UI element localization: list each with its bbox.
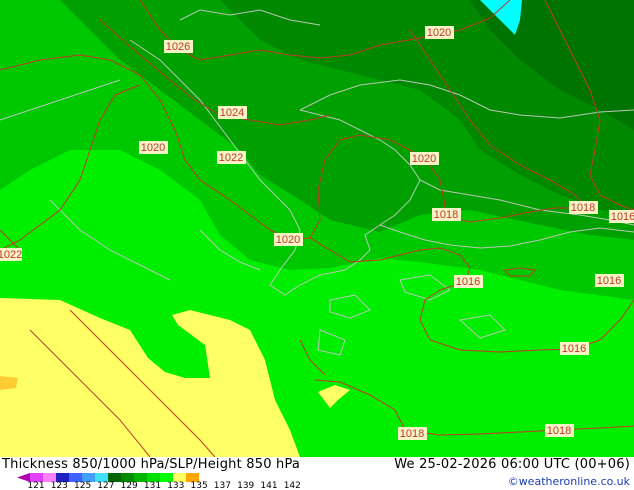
isobar-label: 1020 [425,26,454,39]
legend-tick-label: 139 [237,481,255,490]
map-title: Thickness 850/1000 hPa/SLP/Height 850 hP… [2,457,301,472]
isobar-label: 1018 [569,201,598,214]
isobar-label: 1022 [217,151,246,164]
isobar-label: 1018 [398,427,427,440]
svg-text:1018: 1018 [434,209,458,221]
isobar-label: 1026 [164,40,193,53]
isobar-label: 1022 [0,248,22,261]
legend-tick-label: 133 [167,481,185,490]
isobar-label: 1016 [595,274,624,287]
svg-text:1018: 1018 [571,202,595,214]
svg-text:1026: 1026 [166,41,190,53]
svg-text:1016: 1016 [562,343,586,355]
svg-text:1018: 1018 [547,425,571,437]
legend-ticks: 121 123 125 127 129 131 133 135 137 139 141 142 [0,481,320,490]
isobar-label: 1016 [454,275,483,288]
legend-tick-label: 142 [283,481,301,490]
legend-tick-label: 135 [190,481,208,490]
svg-text:1018: 1018 [400,428,424,440]
isobar-label: 1020 [139,141,168,154]
svg-text:1016: 1016 [597,275,621,287]
legend-tick-label: 127 [97,481,115,490]
legend-tick-label: 123 [50,481,68,490]
legend-tick-label: 131 [143,481,162,490]
isobar-label: 1020 [410,152,439,165]
legend-tick-label: 125 [74,481,92,490]
isobar-label: 1020 [274,233,303,246]
credit-link[interactable]: ©weatheronline.co.uk [508,475,630,488]
isobar-label: 1018 [432,208,461,221]
isobar-label: 1018 [545,424,574,437]
svg-text:1020: 1020 [141,142,165,154]
isobar-label: 1016 [560,342,589,355]
svg-text:1024: 1024 [220,107,244,119]
isobar-label: 1016 [609,210,634,223]
svg-text:1016: 1016 [456,276,480,288]
svg-text:1016: 1016 [611,211,634,223]
legend-tick-label: 121 [27,481,45,490]
svg-text:1020: 1020 [427,27,451,39]
legend-tick-label: 141 [260,481,278,490]
svg-text:1020: 1020 [276,234,300,246]
thickness-patch-orange [0,376,18,390]
map-footer: Thickness 850/1000 hPa/SLP/Height 850 hP… [0,457,634,490]
legend-tick-label: 137 [213,481,231,490]
weather-map-canvas: 1026 1020 1024 1022 1020 1020 1018 1018 … [0,0,634,490]
isobar-label: 1024 [218,106,247,119]
thickness-map: 1026 1020 1024 1022 1020 1020 1018 1018 … [0,0,634,457]
svg-text:1022: 1022 [0,249,22,261]
svg-text:1022: 1022 [219,152,243,164]
map-valid-time: We 25-02-2026 06:00 UTC (00+06) [394,457,630,472]
svg-text:1020: 1020 [412,153,436,165]
legend-tick-label: 129 [120,481,138,490]
